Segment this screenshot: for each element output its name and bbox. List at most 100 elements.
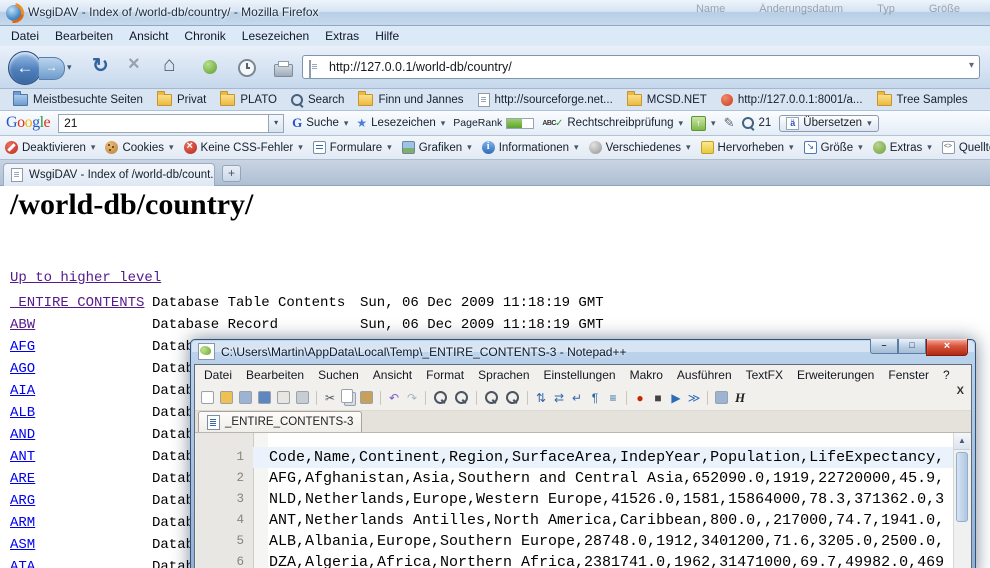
menu-item[interactable]: Bearbeiten [239, 368, 311, 382]
devbar-informationen[interactable]: Informationen [482, 141, 579, 154]
find-icon[interactable] [434, 391, 447, 404]
scroll-up-icon[interactable] [954, 433, 970, 450]
menu-item[interactable]: Lesezeichen [234, 29, 317, 43]
notepad-editor[interactable]: 1 Code,Name,Continent,Region,SurfaceArea… [196, 433, 970, 568]
entry-link[interactable]: ABW [10, 314, 152, 336]
url-text[interactable]: http://127.0.0.1/world-db/country/ [329, 56, 512, 78]
sync-vertical-icon[interactable]: ⇅ [533, 390, 549, 406]
play-macro-icon[interactable]: ▶ [668, 390, 684, 406]
devbar-formulare[interactable]: Formulare [313, 141, 392, 154]
entry-link[interactable]: AGO [10, 358, 152, 380]
vertical-scrollbar[interactable] [953, 433, 970, 568]
minimize-button[interactable] [870, 339, 898, 354]
green-addon-icon[interactable] [203, 60, 217, 74]
notepad-titlebar[interactable]: C:\Users\Martin\AppData\Local\Temp\_ENTI… [198, 339, 626, 364]
pencil-icon[interactable] [724, 115, 735, 131]
menu-item[interactable]: Fenster [881, 368, 936, 382]
menu-item[interactable]: Ansicht [121, 29, 176, 43]
redo-icon[interactable]: ↷ [404, 390, 420, 406]
entry-link[interactable]: ASM [10, 534, 152, 556]
firefox-titlebar[interactable]: WsgiDAV - Index of /world-db/country/ - … [0, 0, 990, 26]
bookmark-mcsd-net[interactable]: MCSD.NET [620, 94, 714, 106]
devbar-verschiedenes[interactable]: Verschiedenes [589, 141, 691, 154]
entry-link[interactable]: AIA [10, 380, 152, 402]
printer-icon[interactable] [274, 64, 293, 77]
bookmark-127-0-0-1-8001[interactable]: http://127.0.0.1:8001/a... [714, 94, 870, 106]
doc-close-button[interactable]: X [957, 385, 964, 397]
bookmark-plato[interactable]: PLATO [213, 94, 284, 106]
stop-icon[interactable] [128, 53, 140, 76]
menu-item[interactable]: Suchen [311, 368, 366, 382]
word-wrap-icon[interactable]: ↵ [569, 390, 585, 406]
entry-link[interactable]: AND [10, 424, 152, 446]
menu-item[interactable]: Bearbeiten [47, 29, 121, 43]
zoom-in-icon[interactable] [485, 391, 498, 404]
reload-icon[interactable] [92, 53, 109, 78]
record-macro-icon[interactable]: ● [632, 390, 648, 406]
home-icon[interactable] [163, 53, 176, 77]
menu-item[interactable]: Hilfe [367, 29, 407, 43]
open-folder-icon[interactable] [220, 391, 233, 404]
clock-icon[interactable] [238, 59, 256, 77]
show-all-chars-icon[interactable]: ¶ [587, 390, 603, 406]
line-text[interactable]: AFG,Afghanistan,Asia,Southern and Centra… [253, 468, 970, 489]
notepad-window[interactable]: C:\Users\Martin\AppData\Local\Temp\_ENTI… [190, 339, 976, 568]
forward-button[interactable] [39, 57, 65, 80]
line-text[interactable]: Code,Name,Continent,Region,SurfaceArea,I… [253, 447, 970, 468]
save-all-icon[interactable] [258, 391, 271, 404]
replace-icon[interactable] [455, 391, 468, 404]
history-dropdown-icon[interactable] [67, 62, 72, 73]
bookmark-search[interactable]: Search [284, 94, 351, 106]
save-icon[interactable] [239, 391, 252, 404]
zoom-out-icon[interactable] [506, 391, 519, 404]
bookmark-sourceforge[interactable]: http://sourceforge.net... [471, 93, 620, 107]
new-file-icon[interactable] [201, 391, 214, 404]
run-macro-multiple-icon[interactable]: ≫ [686, 390, 702, 406]
autofill-button[interactable] [691, 116, 716, 131]
back-button[interactable] [8, 51, 42, 85]
menu-item[interactable]: ? [936, 368, 957, 382]
separator[interactable] [476, 391, 477, 405]
line-text[interactable]: ALB,Albania,Europe,Southern Europe,28748… [253, 531, 970, 552]
devbar-groesse[interactable]: Größe [804, 141, 863, 154]
menu-item[interactable]: TextFX [739, 368, 790, 382]
entry-link[interactable]: AFG [10, 336, 152, 358]
sync-horizontal-icon[interactable]: ⇄ [551, 390, 567, 406]
entry-link[interactable]: ALB [10, 402, 152, 424]
new-tab-button[interactable]: + [222, 165, 241, 182]
bookmark-tree-samples[interactable]: Tree Samples [870, 94, 975, 106]
google-bookmarks-button[interactable]: Lesezeichen [356, 116, 445, 130]
save-macro-icon[interactable] [715, 391, 728, 404]
entry-link[interactable]: ARM [10, 512, 152, 534]
menu-item[interactable]: Extras [317, 29, 367, 43]
bookmark-finn-und-jannes[interactable]: Finn und Jannes [351, 94, 470, 106]
separator[interactable] [626, 391, 627, 405]
devbar-quelltext[interactable]: Quelltext [942, 141, 990, 154]
notepad-tab-entire-contents[interactable]: _ENTIRE_CONTENTS-3 [198, 411, 362, 432]
menu-item[interactable]: Sprachen [471, 368, 536, 382]
menu-item[interactable]: Erweiterungen [790, 368, 881, 382]
google-search-button[interactable]: Suche [292, 115, 348, 131]
devbar-hervorheben[interactable]: Hervorheben [701, 141, 794, 154]
close-doc-icon[interactable] [277, 391, 290, 404]
paste-icon[interactable] [360, 391, 373, 404]
h-icon[interactable]: H [732, 390, 748, 406]
menu-item[interactable]: Makro [623, 368, 670, 382]
menu-item[interactable]: Chronik [176, 29, 233, 43]
stop-macro-icon[interactable]: ■ [650, 390, 666, 406]
up-to-higher-level-link[interactable]: Up to higher level [10, 270, 161, 286]
menu-item[interactable]: Datei [197, 368, 239, 382]
line-text[interactable]: DZA,Algeria,Africa,Northern Africa,23817… [253, 552, 970, 568]
devbar-keine-css-fehler[interactable]: Keine CSS-Fehler [184, 141, 303, 154]
entry-link[interactable]: ARE [10, 468, 152, 490]
print-icon[interactable] [296, 391, 309, 404]
entry-link[interactable]: _ENTIRE_CONTENTS [10, 292, 152, 314]
scrollbar-thumb[interactable] [956, 452, 968, 522]
bookmark-privat[interactable]: Privat [150, 94, 213, 106]
menu-item[interactable]: Ansicht [366, 368, 419, 382]
cut-icon[interactable]: ✂ [322, 390, 338, 406]
spellcheck-button[interactable]: Rechtschreibprüfung [542, 117, 683, 129]
menu-item[interactable]: Ausführen [670, 368, 739, 382]
pagerank-indicator[interactable]: PageRank [453, 117, 534, 129]
separator[interactable] [425, 391, 426, 405]
